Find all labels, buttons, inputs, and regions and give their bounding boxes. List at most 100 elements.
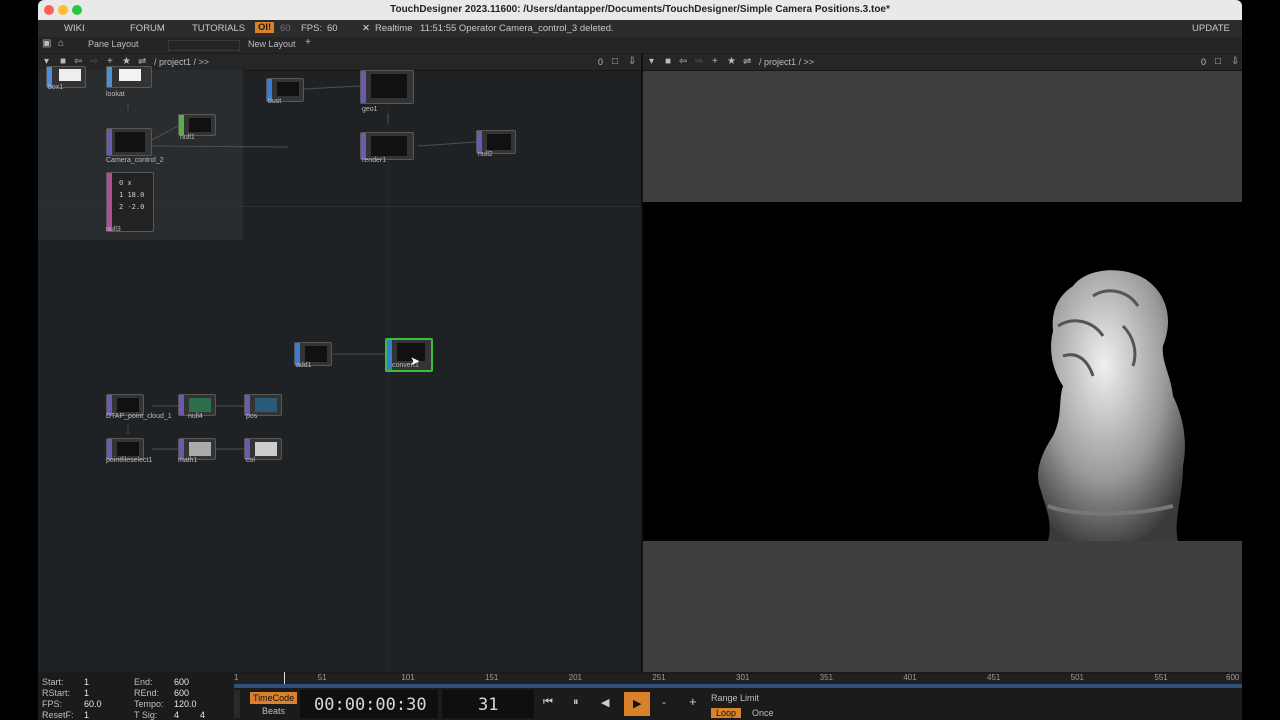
node-label-box1: box1 [48,84,64,91]
timeline-tick-label: 151 [485,673,499,682]
back-icon[interactable]: ⇦ [679,56,687,68]
viewer-pane[interactable]: ▾ ■ ⇦ ⇨ + ★ ⇌ / project1 / >> 0 □ ⇩ [643,54,1242,672]
rstart-value[interactable]: 1 [84,688,89,698]
download-icon[interactable]: ⇩ [1231,56,1239,68]
menu-tutorials[interactable]: TUTORIALS [192,23,245,34]
end-value[interactable]: 600 [174,677,189,687]
add-icon[interactable]: + [712,56,718,68]
new-layout-button[interactable]: New Layout [248,39,296,49]
tsig-numerator[interactable]: 4 [174,710,179,720]
timeline-bar: Start: 1 RStart: 1 FPS: 60.0 ResetF: 1 E… [38,672,1242,720]
window-titlebar: TouchDesigner 2023.11600: /Users/dantapp… [38,0,1242,20]
node-camera-control-2[interactable] [106,128,152,156]
network-editor-pane[interactable]: ▾ ■ ⇦ ⇨ + ★ ⇌ / project1 / >> 0 □ ⇩ box1… [38,54,641,672]
timeline-side-handle[interactable] [234,690,240,718]
timeline-tick-label: 201 [568,673,583,682]
play-icon: ▶ [633,698,642,710]
node-lookat[interactable] [106,66,152,88]
node-label-null1: null1 [180,134,195,141]
timecode-mode-button[interactable]: TimeCode [250,692,298,704]
beats-mode-button[interactable]: Beats [262,706,285,716]
timeline-range-bar[interactable] [234,684,1242,688]
render-viewer[interactable] [643,202,1242,541]
node-label-add1: add1 [296,362,312,369]
pause-icon[interactable]: ⏸ [573,696,579,709]
rewind-icon[interactable]: ⏮ [543,696,553,709]
node-label-null4: null4 [188,413,203,420]
link-icon[interactable]: ⇌ [743,56,751,68]
bookmark-icon[interactable]: ★ [727,56,736,68]
timeline-tick-label: 1 [234,673,239,682]
once-button[interactable]: Once [752,708,774,718]
stop-icon[interactable]: ■ [665,56,671,68]
viewer-pane-toolbar: ▾ ■ ⇦ ⇨ + ★ ⇌ / project1 / >> 0 □ ⇩ [643,54,1242,71]
node-label-pointfile: pointfileselect1 [106,457,153,464]
forward-icon[interactable]: ⇨ [695,56,703,68]
node-label-camera-control-2: Camera_control_2 [106,157,164,164]
node-render1[interactable] [360,132,414,160]
loop-button[interactable]: Loop [711,708,742,718]
timeline-tick-label: 351 [819,673,834,682]
step-back-icon[interactable]: ◀ [601,696,609,709]
null3-values: 0 x 1 18.0 2 -2.0 [119,179,145,211]
bust-render [1038,270,1185,541]
step-plus-icon[interactable]: + [689,694,697,709]
timecode-display[interactable]: 00:00:00:30 [300,690,438,718]
step-minus-icon[interactable]: - [662,695,666,709]
node-label-geo1: geo1 [362,106,378,113]
node-label-col: col [246,457,255,464]
home-icon[interactable]: ⌂ [58,38,64,50]
rstart-label: RStart: [42,688,71,698]
viewer-counter: 0 [1201,57,1207,67]
menu-wiki[interactable]: WIKI [64,23,85,34]
rend-value[interactable]: 600 [174,688,189,698]
node-null1[interactable] [178,114,216,136]
fps-timeline-value[interactable]: 60.0 [84,699,102,709]
range-limit-label: Range Limit [711,693,760,703]
frame-display[interactable]: 31 [442,690,534,718]
timeline-tick-label: 301 [736,673,750,682]
node-label-bust: bust [268,98,282,105]
menu-forum[interactable]: FORUM [130,23,165,34]
tsig-label: T Sig: [134,710,158,720]
tsig-denominator[interactable]: 4 [200,710,205,720]
start-label: Start: [42,677,64,687]
status-message: 11:51:55 Operator Camera_control_3 delet… [420,23,614,34]
timeline-playhead[interactable] [284,672,286,684]
layout-bar: ▣ ⌂ Pane Layout New Layout + [38,37,1242,54]
timecode-value: 00:00:00:30 [314,695,427,715]
pane-layout-button[interactable]: Pane Layout [88,39,139,49]
layout-presets[interactable] [168,40,240,51]
timeline-tick-label: 101 [401,673,415,682]
add-layout-icon[interactable]: + [305,37,311,49]
timeline-tick-label: 451 [987,673,1001,682]
node-label-lookat: lookat [106,91,125,98]
resetf-label: ResetF: [42,710,74,720]
node-null3[interactable]: 0 x 1 18.0 2 -2.0 [106,172,154,232]
timeline-tick-label: 251 [652,673,666,682]
pane-menu-icon[interactable]: ▾ [649,56,654,68]
fps-value: 60 [327,23,338,34]
tempo-value[interactable]: 120.0 [174,699,197,709]
update-button[interactable]: UPDATE [1192,23,1230,34]
viewer-toggle-icon[interactable]: □ [1215,56,1221,68]
oi-badge[interactable]: OI! [255,22,275,33]
fps-timeline-label: FPS: [42,699,63,709]
mouse-cursor-icon: ➤ [410,354,421,368]
node-label-pos: pos [246,413,258,420]
resetf-value[interactable]: 1 [84,710,89,720]
realtime-toggle[interactable]: Realtime [375,23,413,34]
timeline-tick-label: 551 [1154,673,1168,682]
window-title: TouchDesigner 2023.11600: /Users/dantapp… [390,4,890,15]
viewer-path[interactable]: / project1 / >> [759,57,814,67]
realtime-close-icon[interactable]: ✕ [362,23,370,34]
timeline-tick-label: 600 [1226,673,1240,682]
start-value[interactable]: 1 [84,677,89,687]
end-label: End: [134,677,153,687]
node-geo1[interactable] [360,70,414,104]
node-label-dtap: DTAP_point_cloud_1 [106,413,172,420]
tempo-label: Tempo: [134,699,164,709]
play-button[interactable]: ▶ [624,692,650,716]
frame-value: 31 [478,695,499,715]
image-icon[interactable]: ▣ [42,38,51,50]
